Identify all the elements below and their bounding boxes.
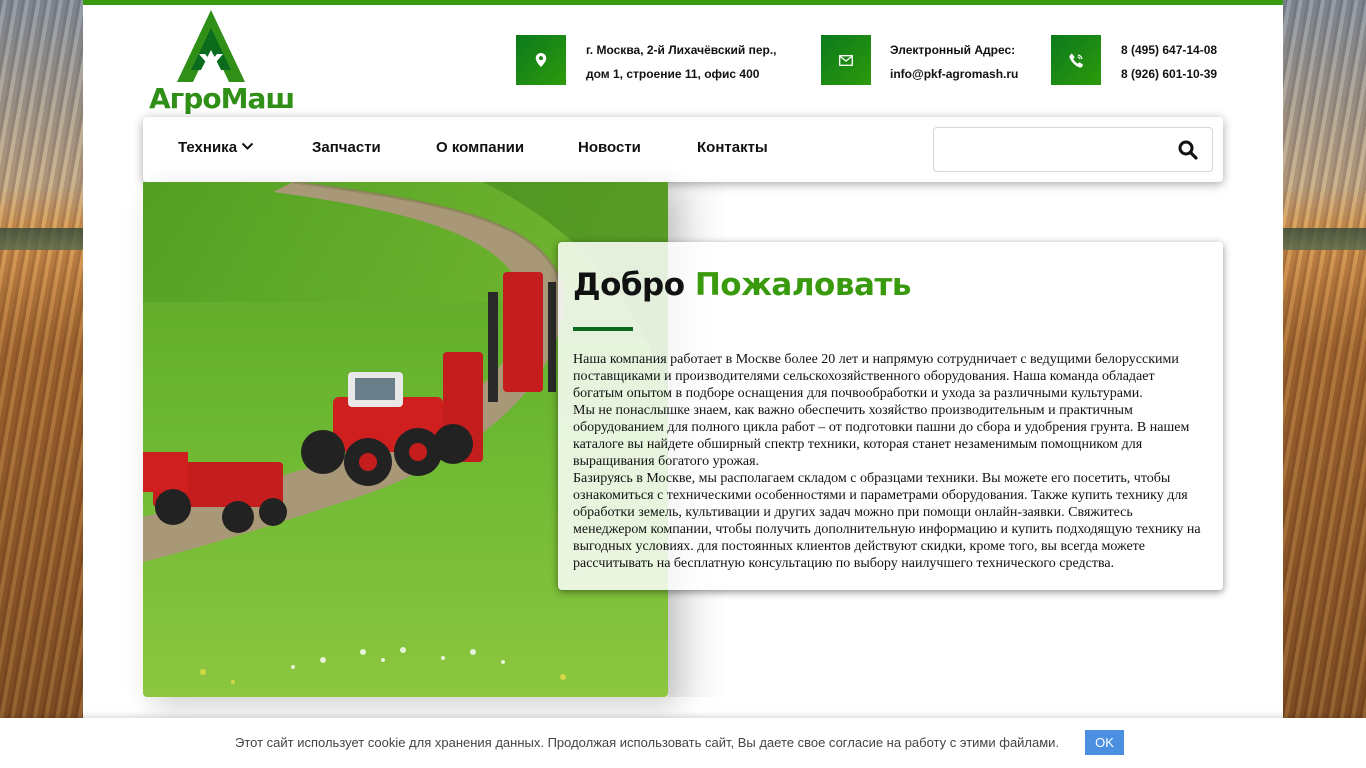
- welcome-paragraph: Мы не понаслышке знаем, как важно обеспе…: [573, 403, 1190, 469]
- welcome-title-dark: Добро: [573, 267, 685, 303]
- address-line-2: дом 1, строение 11, офис 400: [586, 67, 760, 81]
- nav-item-zapchasti[interactable]: Запчасти: [312, 117, 381, 182]
- logo-text: АгроМаш: [149, 82, 295, 115]
- nav-item-about[interactable]: О компании: [436, 117, 524, 182]
- search-input[interactable]: [940, 134, 1160, 166]
- address-contact: г. Москва, 2-й Лихачёвский пер., дом 1, …: [586, 38, 777, 86]
- cookie-ok-button[interactable]: OK: [1085, 730, 1124, 755]
- search-box: [933, 127, 1213, 172]
- envelope-icon: [821, 35, 871, 85]
- phone-number-1[interactable]: 8 (495) 647-14-08: [1121, 38, 1217, 62]
- location-pin-icon: [516, 35, 566, 85]
- main-nav: Техника Запчасти О компании Новости Конт…: [143, 117, 1223, 182]
- nav-item-label: Запчасти: [312, 139, 381, 156]
- chevron-down-icon: [241, 142, 254, 150]
- address-line-1: г. Москва, 2-й Лихачёвский пер.,: [586, 43, 777, 57]
- nav-item-news[interactable]: Новости: [578, 117, 641, 182]
- nav-item-label: Новости: [578, 139, 641, 156]
- cookie-banner: Этот сайт использует cookie для хранения…: [0, 718, 1366, 768]
- welcome-text: Наша компания работает в Москве более 20…: [573, 351, 1208, 572]
- email-label: Электронный Адрес:: [890, 43, 1016, 57]
- nav-item-technika[interactable]: Техника: [178, 117, 254, 182]
- page-container: АгроМаш г. Москва, 2-й Лихачёвский пер.,…: [83, 0, 1283, 768]
- welcome-paragraph: Наша компания работает в Москве более 20…: [573, 352, 1179, 401]
- nav-item-label: О компании: [436, 139, 525, 156]
- welcome-title-accent: Пожаловать: [694, 267, 912, 303]
- phone-contact: 8 (495) 647-14-08 8 (926) 601-10-39: [1121, 38, 1217, 86]
- welcome-title: Добро Пожаловать: [573, 267, 1208, 303]
- nav-item-contacts[interactable]: Контакты: [697, 117, 768, 182]
- welcome-paragraph: Базируясь в Москве, мы располагаем склад…: [573, 471, 1201, 571]
- logo-mark-icon: [177, 10, 245, 82]
- title-underline: [573, 327, 633, 331]
- phone-icon: [1051, 35, 1101, 85]
- cookie-message: Этот сайт использует cookie для хранения…: [235, 735, 1060, 750]
- site-logo[interactable]: АгроМаш: [149, 10, 295, 118]
- email-link[interactable]: info@pkf-agromash.ru: [890, 62, 1018, 86]
- welcome-card: Добро Пожаловать Наша компания работает …: [558, 242, 1223, 590]
- search-icon[interactable]: [1178, 140, 1198, 160]
- nav-item-label: Техника: [178, 139, 238, 156]
- nav-item-label: Контакты: [697, 139, 768, 156]
- phone-number-2[interactable]: 8 (926) 601-10-39: [1121, 62, 1217, 86]
- email-contact: Электронный Адрес: info@pkf-agromash.ru: [890, 38, 1018, 86]
